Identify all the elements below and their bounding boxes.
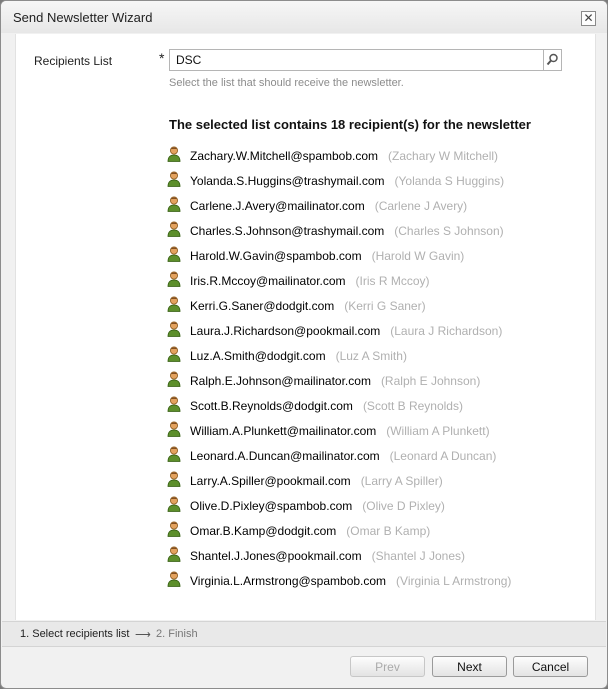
recipient-email: Olive.D.Pixley@spambob.com [190,499,353,513]
recipient-name: (Scott B Reynolds) [362,399,463,413]
recipients-list-label: Recipients List [34,54,113,68]
required-marker: * [159,50,165,66]
wizard-steps: 1. Select recipients list ⟶ 2. Finish [2,621,606,647]
window-title: Send Newsletter Wizard [13,10,153,25]
user-icon [167,321,181,337]
recipient-email: Shantel.J.Jones@pookmail.com [190,549,362,563]
user-icon [167,271,181,287]
user-icon [167,196,181,212]
recipient-name: (Leonard A Duncan) [389,449,497,463]
user-icon [167,496,181,512]
recipient-name: (Larry A Spiller) [360,474,443,488]
recipient-name: (Olive D Pixley) [362,499,445,513]
recipient-email: Omar.B.Kamp@dodgit.com [190,524,337,538]
wizard-content: Recipients List * Select the list that s… [15,34,596,620]
recipient-email: William.A.Plunkett@mailinator.com [190,424,377,438]
recipient-name: (Yolanda S Huggins) [394,174,505,188]
recipient-name: (William A Plunkett) [386,424,490,438]
recipient-email: Leonard.A.Duncan@mailinator.com [190,449,380,463]
title-bar: Send Newsletter Wizard ✕ [1,1,607,33]
step-arrow: ⟶ [135,629,151,641]
recipient-name: (Laura J Richardson) [390,324,503,338]
user-icon [167,171,181,187]
recipient-summary: The selected list contains 18 recipient(… [169,117,531,132]
next-button[interactable]: Next [432,656,507,677]
recipient-email: Scott.B.Reynolds@dodgit.com [190,399,353,413]
recipient-email: Iris.R.Mccoy@mailinator.com [190,274,346,288]
user-icon [167,471,181,487]
user-icon [167,221,181,237]
recipient-name: (Kerri G Saner) [344,299,426,313]
close-icon[interactable]: ✕ [581,11,596,26]
recipient-name: (Harold W Gavin) [371,249,465,263]
user-icon [167,571,181,587]
recipient-email: Zachary.W.Mitchell@spambob.com [190,149,379,163]
recipients-list-input[interactable] [169,49,550,71]
recipient-name: (Luz A Smith) [335,349,407,363]
search-icon [546,53,558,66]
recipient-name: (Virginia L Armstrong) [396,574,512,588]
user-icon [167,521,181,537]
recipient-email: Ralph.E.Johnson@mailinator.com [190,374,371,388]
recipient-name: (Carlene J Avery) [374,199,468,213]
user-icon [167,371,181,387]
user-icon [167,246,181,262]
recipient-email: Harold.W.Gavin@spambob.com [190,249,362,263]
step-finish: 2. Finish [156,628,198,640]
recipient-email: Larry.A.Spiller@pookmail.com [190,474,351,488]
wizard-window: Send Newsletter Wizard ✕ Recipients List… [0,0,608,689]
prev-button[interactable]: Prev [350,656,425,677]
recipient-name: (Shantel J Jones) [371,549,465,563]
user-icon [167,296,181,312]
user-icon [167,146,181,162]
recipient-email: Laura.J.Richardson@pookmail.com [190,324,381,338]
recipient-name: (Iris R Mccoy) [355,274,430,288]
search-button[interactable] [543,49,562,71]
user-icon [167,346,181,362]
user-icon [167,546,181,562]
list-hint: Select the list that should receive the … [169,77,404,89]
step-select-recipients: 1. Select recipients list [20,628,130,640]
recipient-name: (Omar B Kamp) [346,524,431,538]
recipient-email: Carlene.J.Avery@mailinator.com [190,199,365,213]
recipient-name: (Ralph E Johnson) [380,374,481,388]
cancel-button[interactable]: Cancel [513,656,588,677]
recipient-name: (Charles S Johnson) [394,224,504,238]
user-icon [167,421,181,437]
recipient-email: Yolanda.S.Huggins@trashymail.com [190,174,385,188]
recipient-email: Luz.A.Smith@dodgit.com [190,349,326,363]
recipient-email: Charles.S.Johnson@trashymail.com [190,224,385,238]
recipient-email: Virginia.L.Armstrong@spambob.com [190,574,387,588]
user-icon [167,396,181,412]
recipient-email: Kerri.G.Saner@dodgit.com [190,299,335,313]
user-icon [167,446,181,462]
recipient-name: (Zachary W Mitchell) [388,149,499,163]
